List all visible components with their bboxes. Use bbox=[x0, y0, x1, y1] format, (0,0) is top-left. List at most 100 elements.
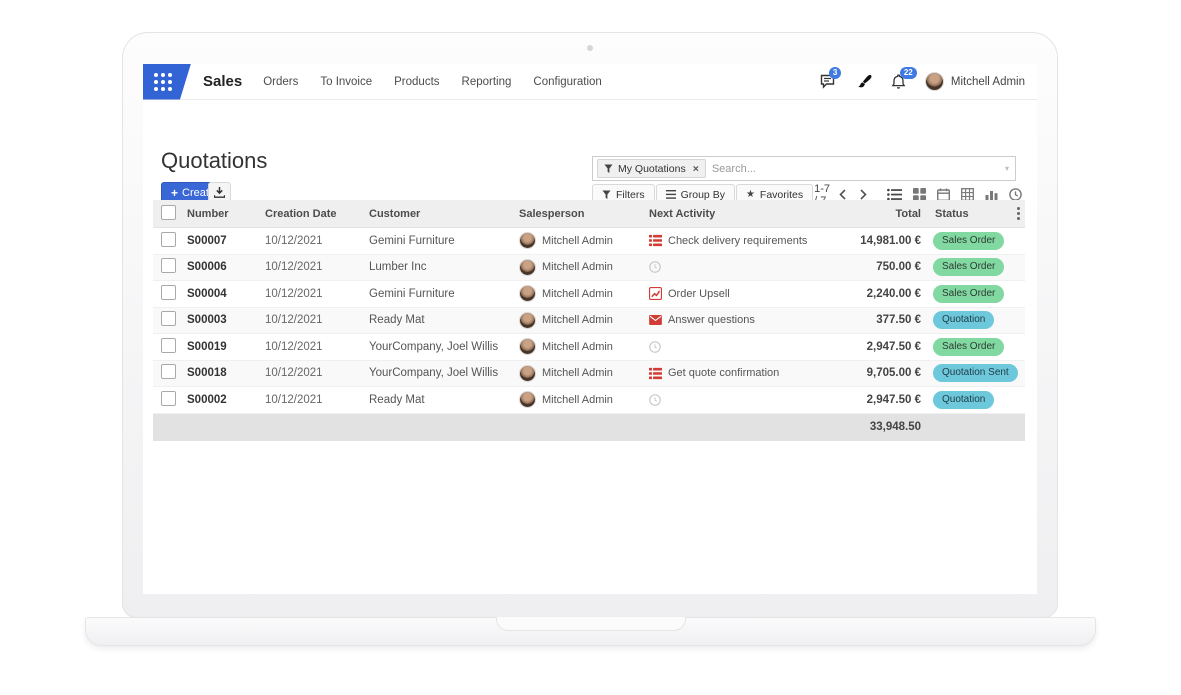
quotation-row[interactable]: S00019 10/12/2021 YourCompany, Joel Will… bbox=[153, 334, 1025, 361]
row-next-activity[interactable]: Answer questions bbox=[637, 314, 829, 326]
row-creation-date: 10/12/2021 bbox=[265, 314, 369, 326]
apps-menu-button[interactable] bbox=[143, 64, 191, 100]
menu-reporting[interactable]: Reporting bbox=[462, 76, 512, 88]
row-next-activity[interactable] bbox=[637, 341, 829, 353]
row-checkbox[interactable] bbox=[161, 338, 176, 353]
row-next-activity[interactable]: Get quote confirmation bbox=[637, 367, 829, 380]
row-customer: YourCompany, Joel Willis bbox=[369, 341, 519, 353]
salesperson-name: Mitchell Admin bbox=[542, 314, 613, 326]
row-next-activity[interactable]: Check delivery requirements bbox=[637, 234, 829, 247]
salesperson-avatar bbox=[519, 285, 536, 302]
pager-next-button[interactable] bbox=[853, 189, 874, 200]
next-activity-label: Order Upsell bbox=[668, 288, 730, 300]
salesperson-avatar bbox=[519, 312, 536, 329]
brush-button[interactable] bbox=[856, 74, 872, 90]
row-number: S00003 bbox=[187, 314, 265, 326]
clock-icon bbox=[649, 261, 661, 273]
quotation-row[interactable]: S00007 10/12/2021 Gemini Furniture Mitch… bbox=[153, 228, 1025, 255]
pager-previous-button[interactable] bbox=[832, 189, 853, 200]
row-number: S00002 bbox=[187, 394, 265, 406]
filter-funnel-icon bbox=[604, 164, 613, 174]
row-customer: Lumber Inc bbox=[369, 261, 519, 273]
plus-icon: + bbox=[171, 186, 178, 200]
menu-products[interactable]: Products bbox=[394, 76, 439, 88]
table-header-row: Number Creation Date Customer Salesperso… bbox=[153, 200, 1025, 228]
user-menu[interactable]: Mitchell Admin bbox=[925, 72, 1025, 91]
quotation-row[interactable]: S00006 10/12/2021 Lumber Inc Mitchell Ad… bbox=[153, 255, 1025, 282]
row-creation-date: 10/12/2021 bbox=[265, 394, 369, 406]
row-customer: Gemini Furniture bbox=[369, 288, 519, 300]
quotation-row[interactable]: S00018 10/12/2021 YourCompany, Joel Will… bbox=[153, 361, 1025, 388]
menu-orders[interactable]: Orders bbox=[263, 76, 298, 88]
status-badge: Sales Order bbox=[933, 232, 1004, 250]
row-salesperson: Mitchell Admin bbox=[519, 259, 637, 276]
column-header-total[interactable]: Total bbox=[829, 208, 921, 220]
column-header-creation-date[interactable]: Creation Date bbox=[265, 208, 369, 220]
remove-facet-button[interactable]: × bbox=[693, 163, 699, 175]
footer-total-sum: 33,948.50 bbox=[829, 421, 921, 433]
search-input[interactable] bbox=[712, 163, 999, 175]
apps-grid-icon bbox=[154, 73, 172, 91]
row-creation-date: 10/12/2021 bbox=[265, 235, 369, 247]
optional-columns-toggle-icon[interactable] bbox=[1015, 205, 1022, 222]
app-name[interactable]: Sales bbox=[203, 73, 242, 90]
row-creation-date: 10/12/2021 bbox=[265, 288, 369, 300]
quotation-row[interactable]: S00004 10/12/2021 Gemini Furniture Mitch… bbox=[153, 281, 1025, 308]
row-checkbox[interactable] bbox=[161, 285, 176, 300]
navbar-systray: 3 22 bbox=[820, 72, 1037, 91]
row-next-activity[interactable]: Order Upsell bbox=[637, 287, 829, 300]
next-activity-label: Check delivery requirements bbox=[668, 235, 807, 247]
table-footer-row: 33,948.50 bbox=[153, 414, 1025, 441]
column-header-next-activity[interactable]: Next Activity bbox=[637, 208, 829, 220]
top-navbar: Sales Orders To Invoice Products Reporti… bbox=[143, 64, 1037, 100]
row-total: 2,240.00 € bbox=[829, 288, 921, 300]
table-body: S00007 10/12/2021 Gemini Furniture Mitch… bbox=[153, 228, 1025, 414]
row-number: S00018 bbox=[187, 367, 265, 379]
column-header-status[interactable]: Status bbox=[921, 208, 1025, 220]
row-total: 9,705.00 € bbox=[829, 367, 921, 379]
menu-to-invoice[interactable]: To Invoice bbox=[320, 76, 372, 88]
activities-button[interactable]: 22 bbox=[891, 74, 906, 90]
row-checkbox[interactable] bbox=[161, 232, 176, 247]
laptop-base bbox=[85, 617, 1096, 646]
row-creation-date: 10/12/2021 bbox=[265, 261, 369, 273]
page-title: Quotations bbox=[161, 148, 267, 174]
search-dropdown-caret[interactable]: ▾ bbox=[1005, 164, 1011, 173]
next-activity-label: Get quote confirmation bbox=[668, 367, 779, 379]
row-creation-date: 10/12/2021 bbox=[265, 341, 369, 353]
row-next-activity[interactable] bbox=[637, 261, 829, 273]
search-facet: My Quotations × bbox=[597, 159, 706, 178]
salesperson-avatar bbox=[519, 365, 536, 382]
column-header-salesperson[interactable]: Salesperson bbox=[519, 208, 637, 220]
salesperson-name: Mitchell Admin bbox=[542, 341, 613, 353]
row-salesperson: Mitchell Admin bbox=[519, 312, 637, 329]
row-salesperson: Mitchell Admin bbox=[519, 338, 637, 355]
quotation-row[interactable]: S00003 10/12/2021 Ready Mat Mitchell Adm… bbox=[153, 308, 1025, 335]
quotation-row[interactable]: S00002 10/12/2021 Ready Mat Mitchell Adm… bbox=[153, 387, 1025, 414]
row-checkbox[interactable] bbox=[161, 391, 176, 406]
row-creation-date: 10/12/2021 bbox=[265, 367, 369, 379]
star-icon: ★ bbox=[746, 189, 755, 200]
chevron-left-icon bbox=[839, 189, 846, 200]
row-checkbox[interactable] bbox=[161, 364, 176, 379]
row-checkbox[interactable] bbox=[161, 258, 176, 273]
next-activity-label: Answer questions bbox=[668, 314, 755, 326]
row-next-activity[interactable] bbox=[637, 394, 829, 406]
search-bar[interactable]: My Quotations × ▾ bbox=[592, 156, 1016, 181]
status-badge: Quotation bbox=[933, 391, 994, 409]
quotations-table: Number Creation Date Customer Salesperso… bbox=[153, 200, 1025, 441]
row-total: 377.50 € bbox=[829, 314, 921, 326]
row-checkbox[interactable] bbox=[161, 311, 176, 326]
column-header-number[interactable]: Number bbox=[187, 208, 265, 220]
row-total: 2,947.50 € bbox=[829, 394, 921, 406]
salesperson-name: Mitchell Admin bbox=[542, 288, 613, 300]
menu-configuration[interactable]: Configuration bbox=[533, 76, 601, 88]
select-all-checkbox[interactable] bbox=[161, 205, 176, 220]
column-header-customer[interactable]: Customer bbox=[369, 208, 519, 220]
control-panel: Quotations + Create M bbox=[143, 100, 1037, 200]
laptop-bezel: Sales Orders To Invoice Products Reporti… bbox=[122, 32, 1058, 618]
main-menu: Orders To Invoice Products Reporting Con… bbox=[252, 76, 613, 88]
row-number: S00007 bbox=[187, 235, 265, 247]
messages-button[interactable]: 3 bbox=[820, 74, 837, 89]
row-salesperson: Mitchell Admin bbox=[519, 232, 637, 249]
